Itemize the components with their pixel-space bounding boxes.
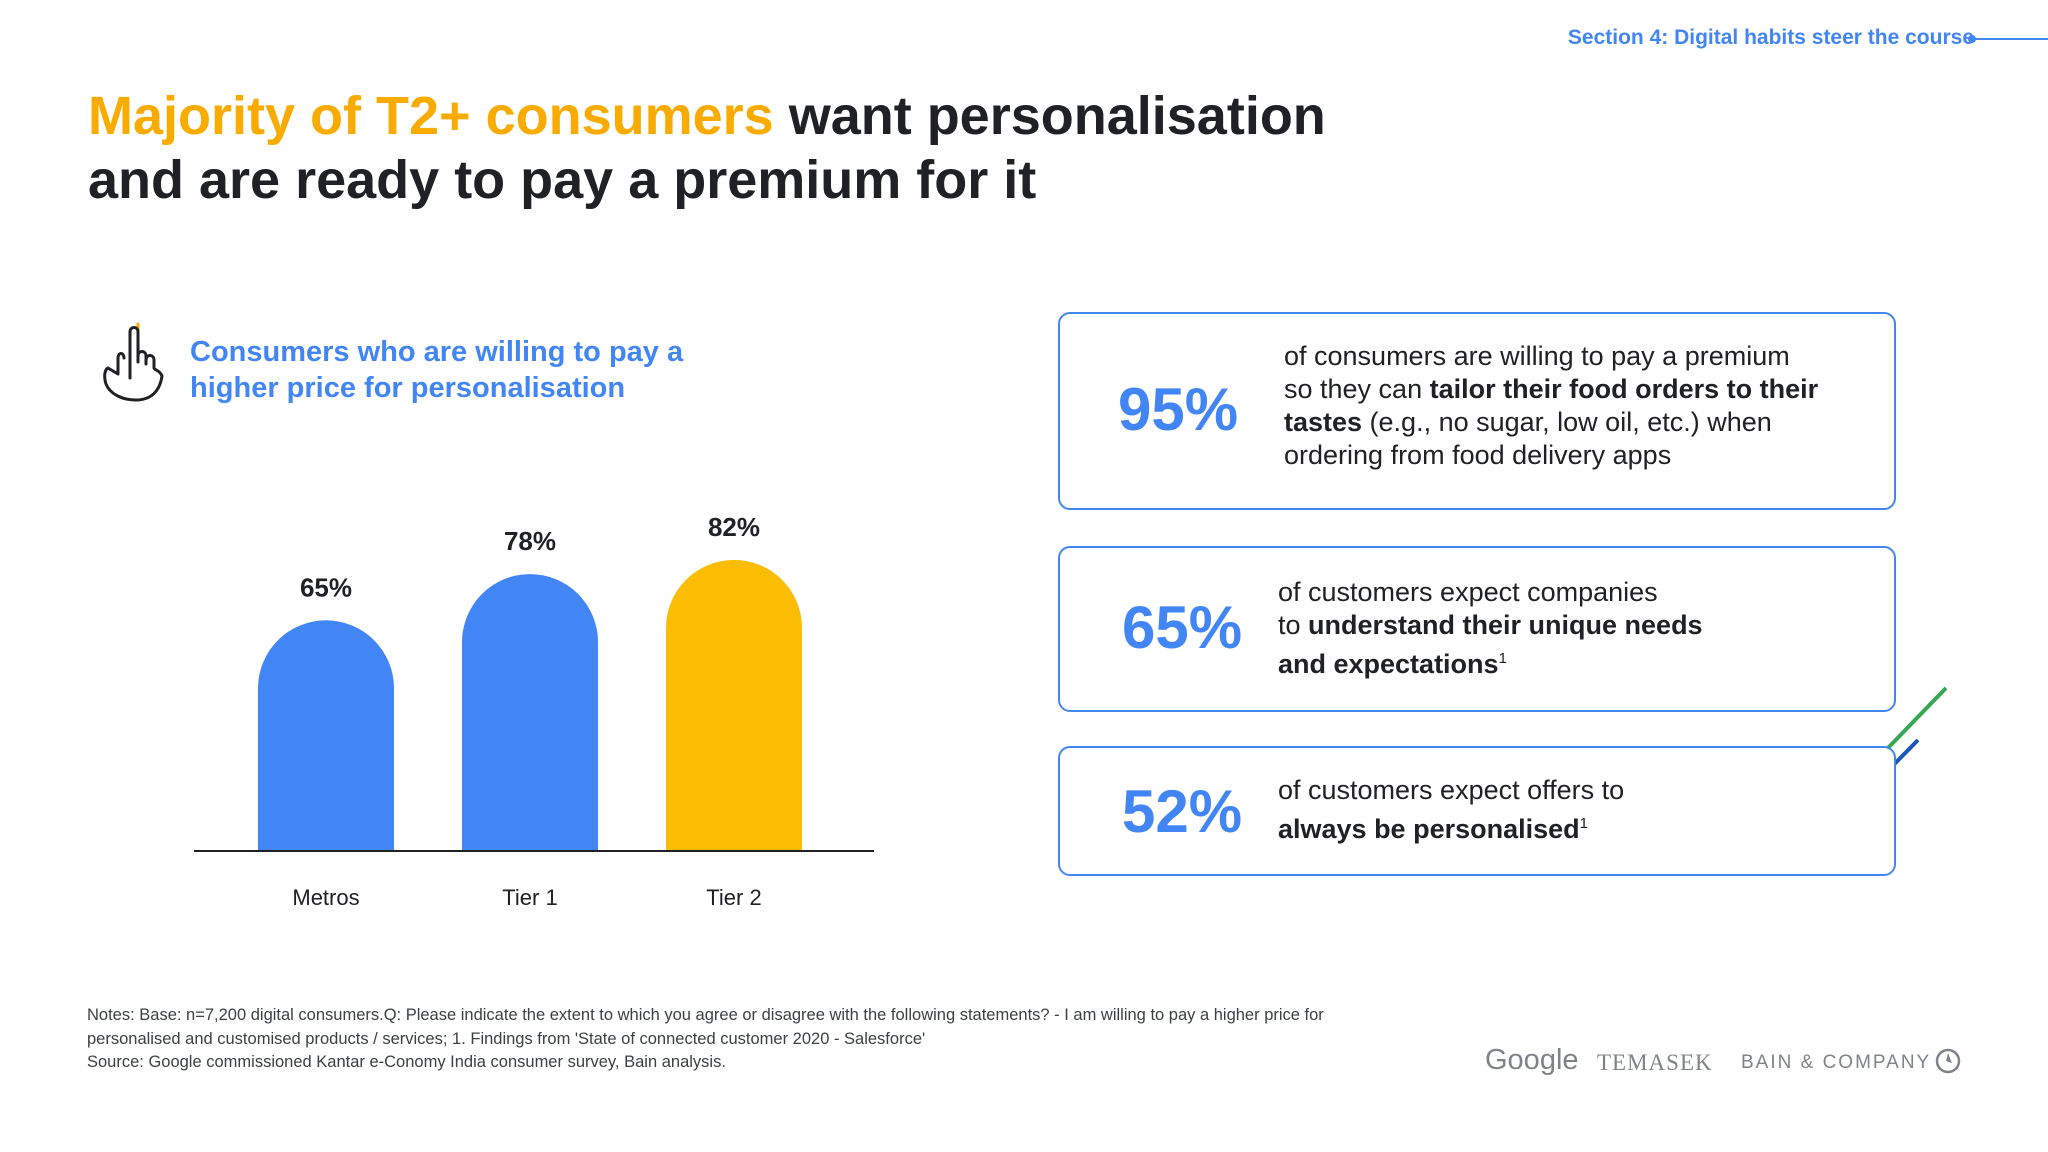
data-label: 65% — [300, 572, 352, 602]
stat-card-95: 95% of consumers are willing to pay a pr… — [1058, 312, 1896, 510]
stat-text-bold: understand their unique needs — [1308, 610, 1703, 640]
stat-value: 95% — [1118, 376, 1239, 443]
footnote-marker: 1 — [1579, 815, 1588, 832]
notes-line: personalised and customised products / s… — [87, 1029, 926, 1048]
bain-logo: BAIN & COMPANY — [1741, 1052, 1932, 1073]
source-line: Source: Google commissioned Kantar e-Con… — [87, 1053, 726, 1071]
category-label: Metros — [292, 885, 359, 910]
stat-text-part: of customers expect companies — [1278, 577, 1658, 607]
bar-tier-2 — [666, 559, 802, 851]
category-label: Tier 2 — [706, 885, 761, 910]
stat-text: of consumers are willing to pay a premiu… — [1284, 340, 1884, 472]
stat-text-bold: always be personalised — [1278, 814, 1580, 844]
stat-value: 52% — [1122, 778, 1243, 845]
stat-value: 65% — [1122, 594, 1243, 661]
stat-text-part: to — [1278, 610, 1309, 640]
stat-card-52: 52% of customers expect offers to always… — [1058, 746, 1896, 876]
bar-metros — [258, 620, 394, 851]
stat-text-bold: tastes — [1284, 407, 1363, 437]
stat-card-65: 65% of customers expect companies to und… — [1058, 546, 1896, 712]
stat-text-part: of consumers are willing to pay a premiu… — [1284, 341, 1790, 371]
stat-text-bold: and expectations — [1278, 649, 1499, 679]
category-label: Tier 1 — [502, 885, 557, 910]
stat-text-bold: tailor their food orders to their — [1429, 374, 1819, 404]
footnote-marker: 1 — [1498, 650, 1507, 667]
temasek-logo: TEMASEK — [1597, 1050, 1713, 1075]
stat-text-part: of customers expect offers to — [1278, 775, 1625, 805]
stat-text-part: ordering from food delivery apps — [1284, 440, 1672, 470]
stat-text: of customers expect companies to underst… — [1278, 576, 1878, 681]
notes-line: Notes: Base: n=7,200 digital consumers.Q… — [87, 1006, 1324, 1024]
data-label: 78% — [504, 526, 556, 556]
deco-green-line — [1886, 686, 1948, 750]
bar-tier-1 — [462, 574, 598, 851]
data-label: 82% — [708, 512, 760, 542]
stat-text-part: so they can — [1284, 374, 1430, 404]
stat-text: of customers expect offers to always be … — [1278, 774, 1878, 846]
google-logo: Google — [1485, 1044, 1579, 1076]
footnotes: Notes: Base: n=7,200 digital consumers.Q… — [87, 1004, 1427, 1075]
bain-compass-icon — [1935, 1048, 1961, 1074]
stat-text-part: (e.g., no sugar, low oil, etc.) when — [1362, 407, 1772, 437]
